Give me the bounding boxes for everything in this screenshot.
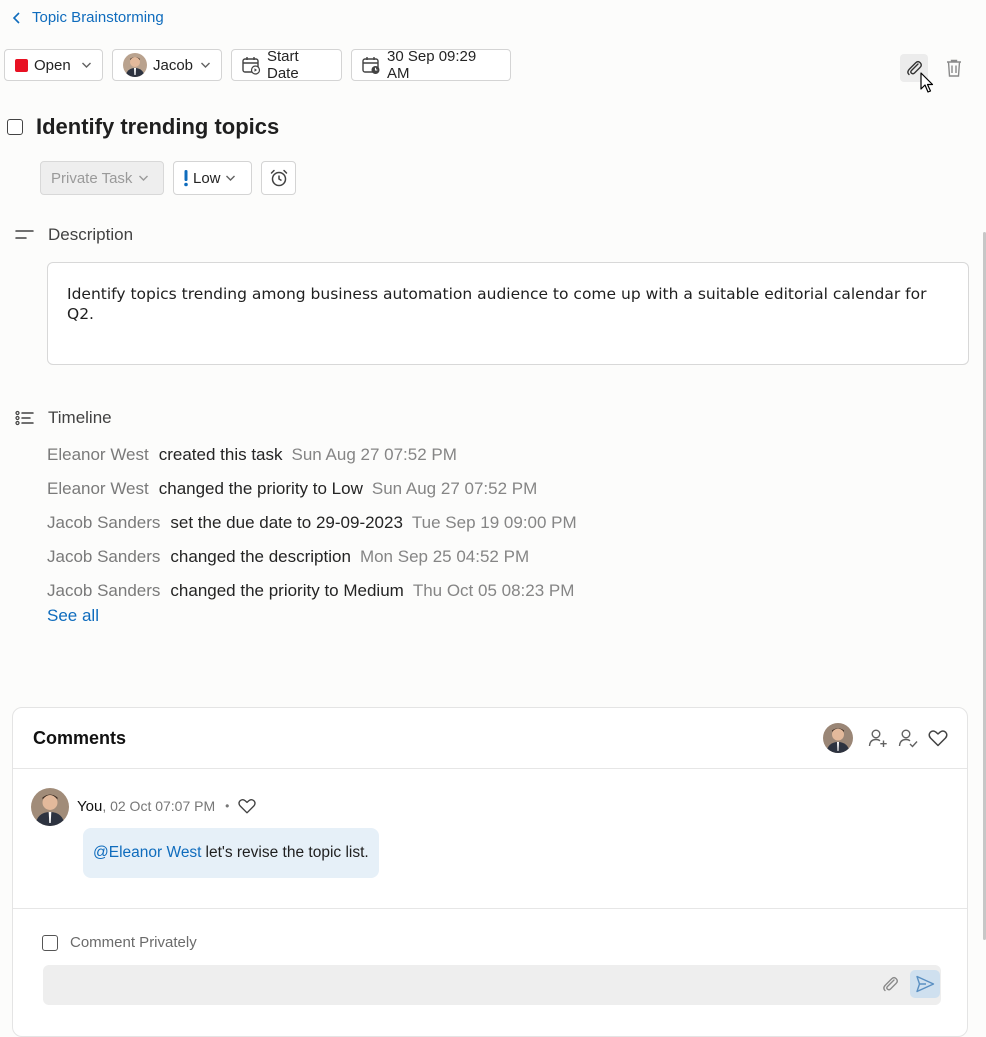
- list-icon: [15, 410, 34, 426]
- comment-privately-label: Comment Privately: [70, 934, 197, 951]
- chevron-down-icon: [81, 61, 92, 69]
- timeline-time: Thu Oct 05 08:23 PM: [412, 581, 575, 600]
- timeline-user: Jacob Sanders: [47, 513, 161, 532]
- timeline-list: Eleanor West created this task Sun Aug 2…: [47, 438, 577, 608]
- timeline-user: Jacob Sanders: [47, 547, 161, 566]
- timeline-time: Sun Aug 27 07:52 PM: [291, 445, 457, 464]
- comment-time: , 02 Oct 07:07 PM: [102, 798, 216, 814]
- timeline-action: changed the priority to Medium: [170, 581, 404, 600]
- timeline-action: created this task: [158, 445, 283, 464]
- timeline-entry: Jacob Sanders changed the description Mo…: [47, 540, 577, 574]
- exclamation-icon: [183, 169, 189, 187]
- comments-header: Comments: [13, 708, 967, 769]
- status-color-indicator: [15, 58, 28, 72]
- comment-privately-checkbox[interactable]: [42, 934, 58, 951]
- start-date-button[interactable]: Start Date: [231, 48, 342, 82]
- comment-input[interactable]: [43, 965, 941, 1005]
- priority-label: Low: [193, 169, 221, 187]
- visibility-label: Private Task: [51, 169, 133, 187]
- description-header-label: Description: [48, 225, 134, 244]
- timeline-header: Timeline: [15, 408, 112, 428]
- assignee-dropdown[interactable]: Jacob: [112, 49, 222, 81]
- comment-privately-option[interactable]: Comment Privately: [42, 934, 197, 951]
- status-label: Open: [34, 56, 71, 74]
- assignee-label: Jacob: [153, 56, 194, 74]
- due-date-label: 30 Sep 09:29 AM: [387, 48, 477, 82]
- divider: [13, 908, 967, 909]
- avatar[interactable]: [823, 723, 853, 753]
- task-complete-checkbox[interactable]: [7, 119, 23, 135]
- mouse-cursor-icon: [920, 72, 934, 94]
- timeline-time: Mon Sep 25 04:52 PM: [359, 547, 530, 566]
- text-lines-icon: [15, 229, 34, 241]
- task-toolbar: Open Jacob Start Date 30 Sep 09:29 AM: [4, 48, 511, 82]
- timeline-time: Sun Aug 27 07:52 PM: [371, 479, 538, 498]
- task-title-row: Identify trending topics: [7, 114, 279, 140]
- back-link-label: Topic Brainstorming: [32, 9, 164, 26]
- heart-icon[interactable]: [927, 727, 949, 749]
- priority-dropdown[interactable]: Low: [173, 161, 252, 195]
- task-actions: [900, 54, 968, 82]
- chevron-down-icon: [200, 61, 211, 69]
- timeline-header-label: Timeline: [48, 408, 112, 427]
- comment-author: You: [77, 797, 103, 815]
- chevron-down-icon: [138, 174, 149, 182]
- chevron-down-icon: [225, 174, 236, 182]
- calendar-due-icon: [361, 55, 381, 75]
- timeline-entry: Eleanor West created this task Sun Aug 2…: [47, 438, 577, 472]
- timeline-action: changed the priority to Low: [158, 479, 363, 498]
- status-dropdown[interactable]: Open: [4, 49, 103, 81]
- start-date-label: Start Date: [267, 48, 299, 82]
- timeline-entry: Jacob Sanders set the due date to 29-09-…: [47, 506, 577, 540]
- calendar-start-icon: [241, 55, 261, 75]
- back-link[interactable]: Topic Brainstorming: [12, 9, 164, 26]
- comment-separator: •: [225, 799, 230, 813]
- description-field[interactable]: Identify topics trending among business …: [47, 262, 969, 365]
- page-title: Identify trending topics: [36, 114, 280, 139]
- send-icon: [915, 975, 935, 993]
- heart-icon[interactable]: [237, 796, 257, 816]
- timeline-time: Tue Sep 19 09:00 PM: [411, 513, 577, 532]
- task-properties: Private Task Low: [40, 161, 296, 195]
- timeline-user: Eleanor West: [47, 445, 149, 464]
- comments-title: Comments: [33, 728, 127, 748]
- avatar: [31, 788, 69, 826]
- alarm-clock-icon: [269, 168, 289, 188]
- avatar: [123, 53, 147, 77]
- description-header: Description: [15, 225, 133, 245]
- comments-tools: [823, 723, 949, 753]
- comments-panel: Comments You , 02 Oct 07:07 PM • @Eleano…: [12, 707, 968, 1037]
- timeline-action: changed the description: [170, 547, 351, 566]
- timeline-user: Eleanor West: [47, 479, 149, 498]
- timeline-entry: Eleanor West changed the priority to Low…: [47, 472, 577, 506]
- visibility-dropdown: Private Task: [40, 161, 164, 195]
- delete-icon: [945, 58, 963, 78]
- send-button[interactable]: [910, 970, 940, 998]
- attachment-icon[interactable]: [880, 974, 900, 994]
- add-follower-icon[interactable]: [867, 727, 889, 749]
- comment-mention[interactable]: @Eleanor West: [93, 844, 202, 862]
- comment-meta: You , 02 Oct 07:07 PM •: [77, 796, 257, 816]
- comment-bubble: @Eleanor West let's revise the topic lis…: [83, 828, 379, 878]
- timeline-action: set the due date to 29-09-2023: [170, 513, 403, 532]
- comment-input-tools: [880, 970, 940, 998]
- chevron-left-icon: [12, 11, 22, 25]
- delete-button[interactable]: [940, 54, 968, 82]
- see-all-link[interactable]: See all: [47, 606, 99, 626]
- timeline-entry: Jacob Sanders changed the priority to Me…: [47, 574, 577, 608]
- timeline-user: Jacob Sanders: [47, 581, 161, 600]
- follower-check-icon[interactable]: [897, 727, 919, 749]
- comment-text: let's revise the topic list.: [205, 844, 369, 861]
- due-date-button[interactable]: 30 Sep 09:29 AM: [351, 48, 511, 82]
- reminder-button[interactable]: [261, 161, 296, 195]
